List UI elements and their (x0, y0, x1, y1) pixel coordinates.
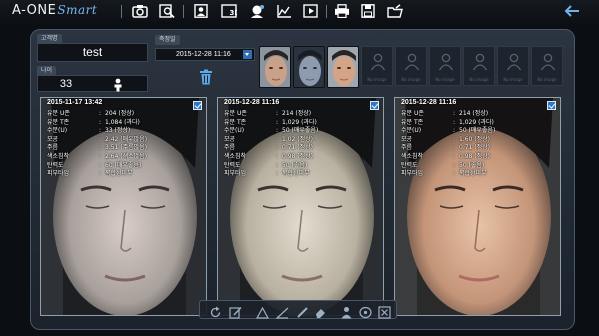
metric-row: 유분 T존:1,084 (과다) (47, 118, 140, 126)
skin-metrics: 유분 U존:214 (정상) 유분 T존:1,029 (과다) 수분(U):50… (224, 110, 374, 179)
metric-row: 피부타입: 복합성피부 (401, 170, 487, 178)
profile-card-icon[interactable] (192, 3, 210, 19)
photo-thumbnail[interactable] (259, 46, 291, 88)
card-checkbox[interactable] (547, 101, 556, 110)
graph-icon[interactable] (275, 3, 293, 19)
card-date: 2015-11-17 13:42 (47, 99, 103, 106)
skin-metrics: 유분 U존:214 (정상) 유분 T존:1,029 (과다) 수분(U):50… (401, 110, 551, 179)
logo-main: A-ONE (12, 3, 57, 18)
measurement-date-select[interactable]: 2015-12-28 11:16 (155, 48, 255, 61)
close-box-icon[interactable] (378, 304, 391, 319)
no-image-label: No image (537, 77, 557, 82)
search-image-icon[interactable] (158, 3, 176, 19)
bottom-toolbar (199, 300, 397, 319)
pencil-icon[interactable] (296, 304, 309, 318)
metric-row: 유분 T존:1,029 (과다) (224, 118, 317, 126)
metric-row: 탄력도:50 (좋음) (401, 161, 485, 169)
print-icon[interactable] (333, 3, 351, 19)
edit-icon[interactable] (229, 304, 242, 319)
chevron-down-icon[interactable] (243, 50, 252, 59)
card-checkbox[interactable] (193, 101, 202, 110)
face-scan-icon[interactable] (248, 3, 266, 19)
metric-row: 수분(U):33 (정상) (47, 127, 131, 135)
no-image-label: No image (435, 77, 455, 82)
rotate-icon[interactable] (209, 304, 222, 318)
save-icon[interactable] (359, 3, 377, 19)
angle-icon[interactable] (275, 304, 289, 319)
video-icon[interactable] (302, 3, 320, 19)
metric-row: 유분 T존:1,029 (과다) (401, 118, 494, 126)
metric-row: 피부타입: 복합성피부 (47, 170, 133, 178)
photo-thumbnail[interactable] (327, 46, 359, 88)
svg-text:3D: 3D (230, 9, 238, 17)
metric-row: 주름:0.71 (정상) (224, 144, 313, 152)
no-image-label: No image (401, 77, 421, 82)
card-date: 2015-12-28 11:16 (224, 99, 280, 106)
metric-row: 피부타입: 복합성피부 (224, 170, 310, 178)
age-value: 33 (59, 78, 73, 90)
metric-row: 주름:0.71 (정상) (401, 144, 490, 152)
trash-icon[interactable] (199, 69, 213, 85)
toolbar-divider (326, 5, 327, 18)
metric-row: 유분 U존:214 (정상) (401, 110, 489, 117)
metric-row: 색소침착:0.98 (정상) (401, 152, 490, 160)
open-folder-icon[interactable] (386, 3, 404, 19)
measurement-date-label: 측정일 (155, 35, 180, 45)
logo-script: Smart (57, 3, 98, 17)
skin-photo-card[interactable]: 2015-12-28 11:16 유분 U존:214 (정상) 유분 T존:1,… (394, 97, 561, 316)
toolbar-divider (183, 5, 184, 18)
empty-image-slot[interactable]: No image (463, 46, 495, 86)
triangle-measure-icon[interactable] (255, 304, 270, 319)
photo-thumbnail[interactable] (293, 46, 325, 88)
metric-row: 탄력도:60 (매우좋음) (47, 161, 142, 169)
person-icon[interactable] (340, 304, 353, 319)
skin-photo-card[interactable]: 2015-12-28 11:16 유분 U존:214 (정상) 유분 T존:1,… (217, 97, 384, 316)
no-image-label: No image (469, 77, 489, 82)
back-arrow-icon[interactable] (563, 3, 581, 19)
no-image-label: No image (503, 77, 523, 82)
empty-image-slot[interactable]: No image (361, 46, 393, 86)
selected-date: 2015-12-28 11:16 (176, 51, 231, 58)
app-logo: A-ONESmart (12, 3, 97, 18)
empty-image-slot[interactable]: No image (429, 46, 461, 86)
top-toolbar: A-ONESmart 3D (0, 0, 599, 24)
metric-row: 유분 U존:204 (정상) (47, 110, 135, 117)
empty-image-slot[interactable]: No image (531, 46, 563, 86)
empty-image-slot[interactable]: No image (395, 46, 427, 86)
customer-age-field[interactable]: 33 (37, 75, 148, 92)
metric-row: 유분 U존:214 (정상) (224, 110, 312, 117)
toolbar-divider (121, 5, 122, 18)
male-icon (112, 77, 124, 92)
skin-photo-card[interactable]: 2015-11-17 13:42 유분 U존:204 (정상) 유분 T존:1,… (40, 97, 207, 316)
metric-row: 색소침착:0.98 (정상) (224, 152, 313, 160)
palette-icon[interactable] (359, 304, 372, 319)
camera-icon[interactable] (131, 3, 149, 19)
card-checkbox[interactable] (370, 101, 379, 110)
no-image-label: No image (367, 77, 387, 82)
metric-row: 탄력도:50 (좋음) (224, 161, 308, 169)
metric-row: 주름:3.51 (주름많음) (47, 144, 148, 152)
metric-row: 수분(U):50 (매우좋음) (401, 127, 496, 135)
eraser-icon[interactable] (314, 304, 327, 318)
card-date: 2015-12-28 11:16 (401, 99, 457, 106)
metric-row: 수분(U):50 (매우좋음) (224, 127, 319, 135)
customer-name-field[interactable]: test (37, 43, 148, 62)
3d-view-icon[interactable]: 3D (220, 3, 238, 19)
skin-metrics: 유분 U존:204 (정상) 유분 T존:1,084 (과다) 수분(U):33… (47, 110, 197, 179)
empty-image-slot[interactable]: No image (497, 46, 529, 86)
metric-row: 색소침착:2.64 (색소많음) (47, 152, 148, 160)
